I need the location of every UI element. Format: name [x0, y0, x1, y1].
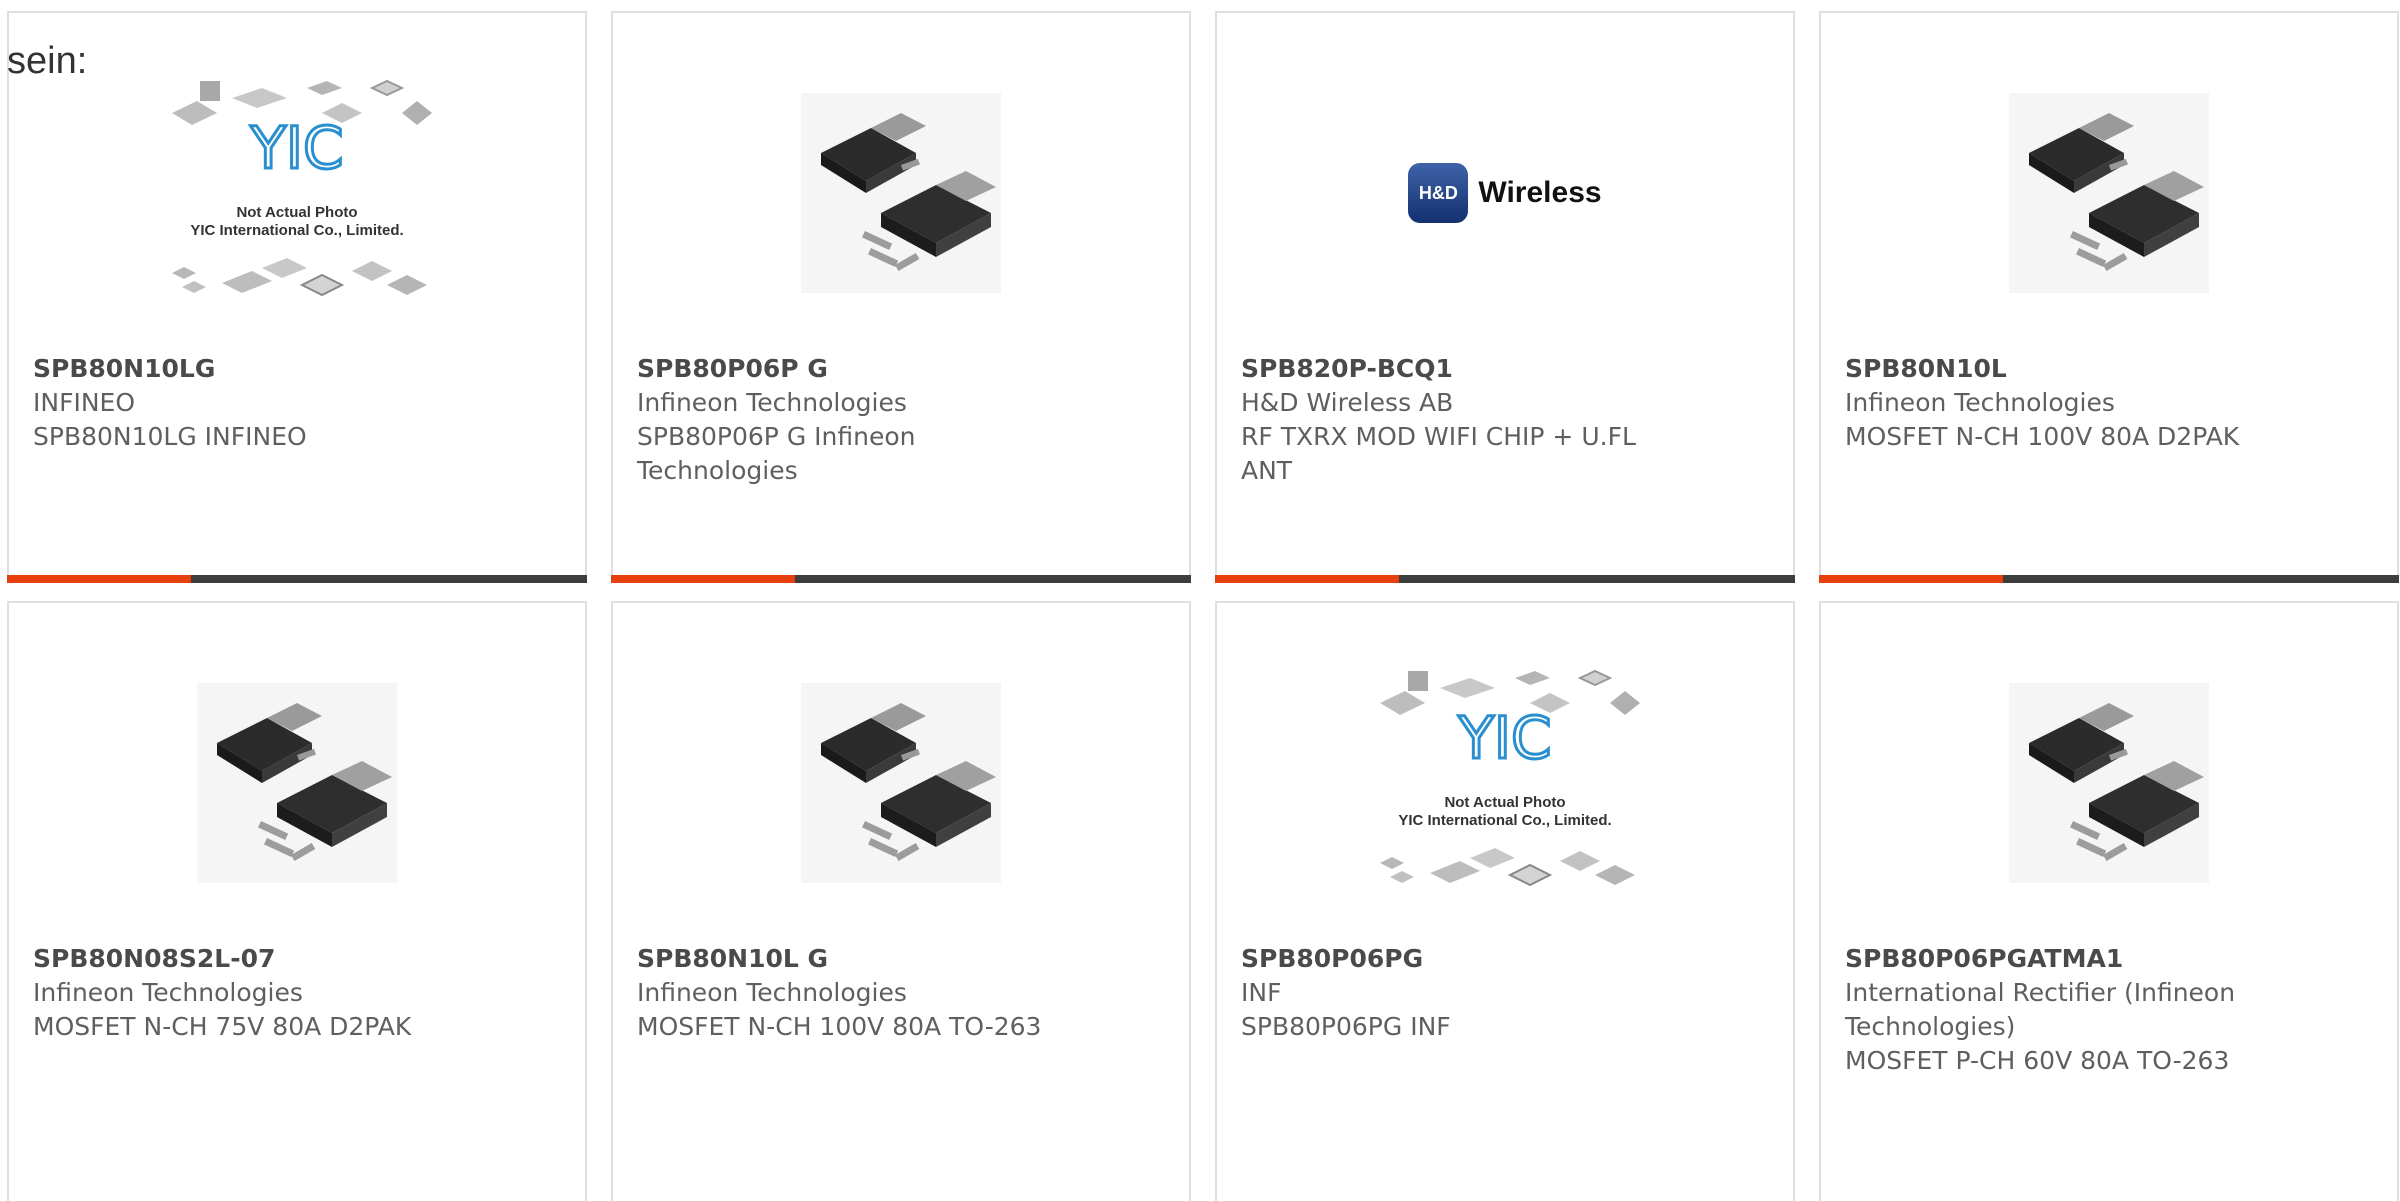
manufacturer: INF	[1241, 978, 1282, 1007]
hd-badge-icon: H&D	[1408, 163, 1469, 223]
card-bottom-bar	[1215, 575, 1795, 583]
part-number[interactable]: SPB80N10L	[1845, 352, 2373, 386]
description: MOSFET N-CH 100V 80A D2PAK	[1845, 422, 2240, 451]
d2pak-package-image	[2009, 683, 2209, 883]
product-info: SPB820P-BCQ1 H&D Wireless AB RF TXRX MOD…	[1241, 352, 1769, 488]
product-image[interactable]	[9, 653, 585, 913]
part-number[interactable]: SPB80N08S2L-07	[33, 942, 561, 976]
d2pak-package-image	[2009, 93, 2209, 293]
svg-text:Not Actual Photo: Not Actual Photo	[1444, 794, 1565, 811]
description: SPB80N10LG INFINEO	[33, 422, 307, 451]
yic-logo-icon: YIC	[249, 114, 343, 182]
card-bottom-bar	[611, 575, 1191, 583]
card-bottom-bar	[1819, 575, 2399, 583]
product-info: SPB80P06PG INF SPB80P06PG INF	[1241, 942, 1769, 1044]
d2pak-package-image	[801, 683, 1001, 883]
manufacturer: Infineon Technologies	[33, 978, 303, 1007]
product-card[interactable]: SPB80N10L Infineon Technologies MOSFET N…	[1819, 11, 2399, 583]
manufacturer: Infineon Technologies	[637, 388, 907, 417]
product-card[interactable]: H&D Wireless SPB820P-BCQ1 H&D Wireless A…	[1215, 11, 1795, 583]
product-card[interactable]: YIC Not Actual Photo YIC International C…	[1215, 601, 1795, 1201]
manufacturer: H&D Wireless AB	[1241, 388, 1454, 417]
product-info: SPB80N10LG INFINEO SPB80N10LG INFINEO	[33, 352, 561, 454]
hd-wireless-logo: H&D Wireless	[1408, 163, 1602, 223]
product-image[interactable]	[613, 63, 1189, 323]
product-image[interactable]	[1821, 63, 2397, 323]
product-info: SPB80N10L Infineon Technologies MOSFET N…	[1845, 352, 2373, 454]
manufacturer: Infineon Technologies	[637, 978, 907, 1007]
product-image-placeholder[interactable]: YIC Not Actual Photo YIC International C…	[1217, 653, 1793, 913]
svg-text:YIC International Co., Limited: YIC International Co., Limited.	[1398, 812, 1611, 829]
product-info: SPB80N10L G Infineon Technologies MOSFET…	[637, 942, 1165, 1044]
card-bottom-bar	[7, 575, 587, 583]
d2pak-package-image	[801, 93, 1001, 293]
part-number[interactable]: SPB820P-BCQ1	[1241, 352, 1769, 386]
product-info: SPB80P06P G Infineon Technologies SPB80P…	[637, 352, 1165, 488]
product-image-placeholder[interactable]: YIC Not Actual Photo YIC International C…	[9, 63, 585, 323]
product-grid: YIC Not Actual Photo YIC International C…	[0, 0, 2400, 1201]
part-number[interactable]: SPB80P06PG	[1241, 942, 1769, 976]
yic-logo-icon: YIC	[1457, 704, 1551, 772]
description: RF TXRX MOD WIFI CHIP + U.FL ANT	[1241, 422, 1636, 485]
product-card[interactable]: SPB80N10L G Infineon Technologies MOSFET…	[611, 601, 1191, 1201]
part-number[interactable]: SPB80P06PGATMA1	[1845, 942, 2373, 976]
part-number[interactable]: SPB80N10LG	[33, 352, 561, 386]
not-actual-photo-image: YIC Not Actual Photo YIC International C…	[172, 79, 432, 297]
product-info: SPB80N08S2L-07 Infineon Technologies MOS…	[33, 942, 561, 1044]
manufacturer: International Rectifier (Infineon Techno…	[1845, 978, 2236, 1041]
product-info: SPB80P06PGATMA1 International Rectifier …	[1845, 942, 2373, 1078]
intro-text: sein:	[7, 40, 88, 82]
part-number[interactable]: SPB80N10L G	[637, 942, 1165, 976]
product-card[interactable]: SPB80P06P G Infineon Technologies SPB80P…	[611, 11, 1191, 583]
product-image[interactable]	[613, 653, 1189, 913]
manufacturer: INFINEO	[33, 388, 136, 417]
svg-text:YIC International Co., Limited: YIC International Co., Limited.	[190, 222, 403, 239]
product-card[interactable]: SPB80N08S2L-07 Infineon Technologies MOS…	[7, 601, 587, 1201]
description: MOSFET N-CH 100V 80A TO-263	[637, 1012, 1042, 1041]
svg-text:Not Actual Photo: Not Actual Photo	[236, 204, 357, 221]
description: MOSFET P-CH 60V 80A TO-263	[1845, 1046, 2230, 1075]
not-actual-photo-image: YIC Not Actual Photo YIC International C…	[1380, 669, 1640, 887]
part-number[interactable]: SPB80P06P G	[637, 352, 1165, 386]
description: MOSFET N-CH 75V 80A D2PAK	[33, 1012, 412, 1041]
d2pak-package-image	[197, 683, 397, 883]
description: SPB80P06PG INF	[1241, 1012, 1451, 1041]
product-image[interactable]	[1821, 653, 2397, 913]
description: SPB80P06P G Infineon Technologies	[637, 422, 916, 485]
product-card[interactable]: SPB80P06PGATMA1 International Rectifier …	[1819, 601, 2399, 1201]
product-image[interactable]: H&D Wireless	[1217, 63, 1793, 323]
product-card[interactable]: YIC Not Actual Photo YIC International C…	[7, 11, 587, 583]
manufacturer: Infineon Technologies	[1845, 388, 2115, 417]
